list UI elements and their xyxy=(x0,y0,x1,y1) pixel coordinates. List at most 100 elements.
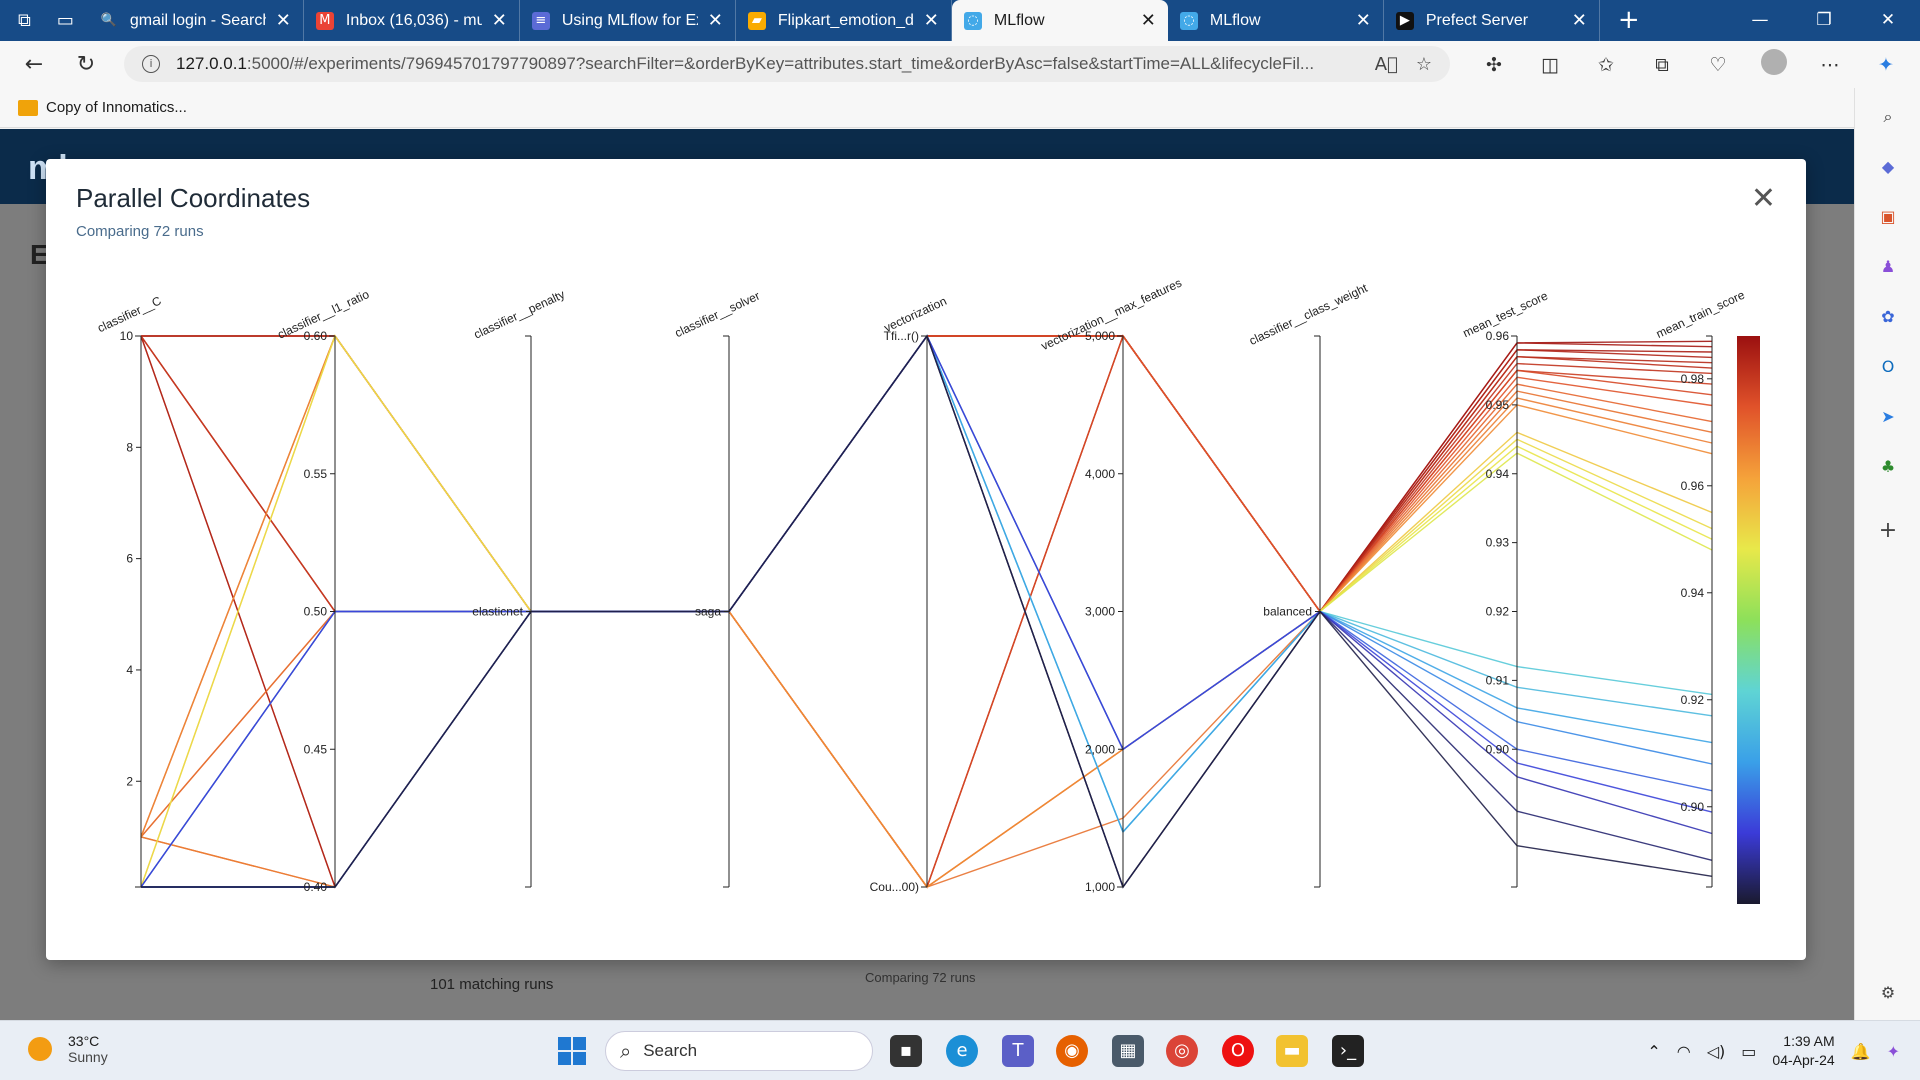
axis: classifier__solversaga xyxy=(673,289,762,888)
url-text[interactable]: 127.0.0.1:5000/#/experiments/79694570179… xyxy=(176,54,1357,74)
browser-tab[interactable]: ▶ Prefect Server ✕ xyxy=(1384,0,1600,41)
tick-label: 0.92 xyxy=(1486,605,1510,619)
file-explorer-icon[interactable]: ▬ xyxy=(1276,1035,1308,1067)
browser-toolbar: ✣ ◫ ✩ ⧉ ♡ ⋯ ✦ xyxy=(1466,41,1914,88)
bookmark-item[interactable]: Copy of Innomatics... xyxy=(46,99,187,116)
tick-label: 0.96 xyxy=(1486,329,1510,343)
chevron-up-icon[interactable]: ⌃ xyxy=(1647,1042,1660,1061)
chrome-icon[interactable]: ◎ xyxy=(1166,1035,1198,1067)
close-tab-icon[interactable]: ✕ xyxy=(492,10,507,31)
split-screen-icon[interactable]: ◫ xyxy=(1522,54,1578,76)
close-tab-icon[interactable]: ✕ xyxy=(276,10,291,31)
teams-icon[interactable]: T xyxy=(1002,1035,1034,1067)
firefox-icon[interactable]: ◉ xyxy=(1056,1035,1088,1067)
sidebar-add-icon[interactable]: + xyxy=(1875,518,1901,544)
sidebar-settings-icon[interactable]: ⚙ xyxy=(1875,980,1901,1006)
browser-tab[interactable]: 🔍 gmail login - Search ✕ xyxy=(88,0,304,41)
calculator-icon[interactable]: ▦ xyxy=(1112,1035,1144,1067)
weather-temp: 33°C xyxy=(68,1033,100,1049)
sidebar-outlook-icon[interactable]: O xyxy=(1875,354,1901,380)
favorite-star-icon[interactable]: ☆ xyxy=(1416,54,1432,75)
taskbar-search[interactable]: ⌕ Search xyxy=(605,1031,873,1071)
browser-essentials-icon[interactable]: ♡ xyxy=(1690,54,1746,76)
collections-icon[interactable]: ⧉ xyxy=(1634,54,1690,76)
browser-tab[interactable]: ◌ MLflow ✕ xyxy=(951,0,1168,41)
tab-title: gmail login - Search xyxy=(129,11,266,29)
tick-label: 0.50 xyxy=(304,605,328,619)
edge-sidebar: ⌕ ◆ ▣ ♟ ✿ O ➤ ♣ + ⚙ xyxy=(1854,88,1920,1020)
close-tab-icon[interactable]: ✕ xyxy=(1356,10,1371,31)
browser-tab[interactable]: ▰ Flipkart_emotion_det ✕ xyxy=(736,0,952,41)
more-menu-icon[interactable]: ⋯ xyxy=(1802,54,1858,76)
sidebar-send-icon[interactable]: ➤ xyxy=(1875,404,1901,430)
task-view-icon[interactable]: ▪ xyxy=(890,1035,922,1067)
tick-label: 0.95 xyxy=(1486,398,1510,412)
tick-label: 0.60 xyxy=(304,329,328,343)
axis-title[interactable]: classifier__class_weight xyxy=(1247,281,1370,348)
comparing-runs-footer: Comparing 72 runs xyxy=(865,970,976,985)
parallel-coordinates-chart[interactable]: classifier__C246810 classifier__l1_ratio0… xyxy=(46,159,1806,960)
category-label: saga xyxy=(695,605,721,619)
opera-icon[interactable]: O xyxy=(1222,1035,1254,1067)
workspaces-icon[interactable]: ⧉ xyxy=(18,10,31,31)
address-row: ← ↻ i 127.0.0.1:5000/#/experiments/79694… xyxy=(0,41,1920,88)
tick-label: 0.92 xyxy=(1681,693,1705,707)
bookmarks-bar: Copy of Innomatics... xyxy=(0,88,1854,128)
sidebar-games-icon[interactable]: ♟ xyxy=(1875,254,1901,280)
sidebar-tools-icon[interactable]: ▣ xyxy=(1875,204,1901,230)
site-info-icon[interactable]: i xyxy=(142,55,160,73)
url-host: 127.0.0.1 xyxy=(176,54,247,73)
axis: vectorizationTfi...r()Cou...00) xyxy=(870,294,949,894)
mlflow-icon: ◌ xyxy=(963,11,982,30)
windows-taskbar: 33°C Sunny ⌕ Search ▪ e T ◉ ▦ ◎ O ▬ ›_ ⌃… xyxy=(0,1020,1920,1080)
tab-list: 🔍 gmail login - Search ✕ M Inbox (16,036) - … xyxy=(88,0,1600,41)
tab-actions-icon[interactable]: ▭ xyxy=(57,10,74,31)
refresh-button[interactable]: ↻ xyxy=(64,52,108,77)
close-tab-icon[interactable]: ✕ xyxy=(708,10,723,31)
extensions-icon[interactable]: ✣ xyxy=(1466,54,1522,76)
new-tab-button[interactable]: + xyxy=(1600,0,1658,41)
axis-title[interactable]: classifier__solver xyxy=(673,289,762,341)
favorites-icon[interactable]: ✩ xyxy=(1578,54,1634,76)
browser-tab[interactable]: M Inbox (16,036) - must ✕ xyxy=(304,0,520,41)
browser-tab[interactable]: ≡ Using MLflow for Exp ✕ xyxy=(520,0,736,41)
read-aloud-icon[interactable]: A᪲ xyxy=(1375,54,1398,75)
edge-taskbar-icon[interactable]: e xyxy=(946,1035,978,1067)
close-tab-icon[interactable]: ✕ xyxy=(924,10,939,31)
minimize-button[interactable]: — xyxy=(1728,0,1792,41)
volume-icon[interactable]: ◁) xyxy=(1707,1042,1726,1061)
restore-button[interactable]: ❐ xyxy=(1792,0,1856,41)
terminal-icon[interactable]: ›_ xyxy=(1332,1035,1364,1067)
tick-label: 5,000 xyxy=(1085,329,1115,343)
tick-label: 6 xyxy=(126,552,133,566)
profile-icon[interactable] xyxy=(1746,49,1802,80)
browser-tab[interactable]: ◌ MLflow ✕ xyxy=(1168,0,1384,41)
tick-label: 0.94 xyxy=(1681,586,1705,600)
close-window-button[interactable]: ✕ xyxy=(1856,0,1920,41)
copilot-icon[interactable]: ✦ xyxy=(1858,54,1914,76)
battery-icon[interactable]: ▭ xyxy=(1741,1042,1756,1061)
back-button[interactable]: ← xyxy=(12,52,56,77)
tick-label: 0.55 xyxy=(304,467,328,481)
sidebar-tree-icon[interactable]: ♣ xyxy=(1875,454,1901,480)
close-tab-icon[interactable]: ✕ xyxy=(1572,10,1587,31)
url-path: :5000/#/experiments/796945701797790897?s… xyxy=(246,54,1315,73)
sidebar-tag-icon[interactable]: ◆ xyxy=(1875,154,1901,180)
tick-label: 0.40 xyxy=(304,880,328,894)
sidebar-copilot-icon[interactable]: ✿ xyxy=(1875,304,1901,330)
clock[interactable]: 1:39 AM 04-Apr-24 xyxy=(1772,1032,1834,1070)
weather-widget[interactable]: 33°C Sunny xyxy=(28,1033,108,1065)
tick-label: 3,000 xyxy=(1085,605,1115,619)
category-label: balanced xyxy=(1263,605,1312,619)
sidebar-search-icon[interactable]: ⌕ xyxy=(1875,104,1901,130)
start-button[interactable] xyxy=(558,1037,586,1065)
axis-title[interactable]: classifier__penalty xyxy=(472,287,567,341)
copilot-taskbar-icon[interactable]: ✦ xyxy=(1887,1042,1900,1061)
tab-title: MLflow xyxy=(1209,11,1261,29)
axis-title[interactable]: mean_train_score xyxy=(1654,288,1747,341)
wifi-icon[interactable]: ◠ xyxy=(1677,1042,1691,1061)
notification-bell-icon[interactable]: 🔔 xyxy=(1851,1042,1871,1061)
close-tab-icon[interactable]: ✕ xyxy=(1141,10,1156,31)
address-bar[interactable]: i 127.0.0.1:5000/#/experiments/796945701… xyxy=(124,46,1450,82)
screen: ⧉ ▭ 🔍 gmail login - Search ✕ M Inbox (16,036… xyxy=(0,0,1920,1080)
